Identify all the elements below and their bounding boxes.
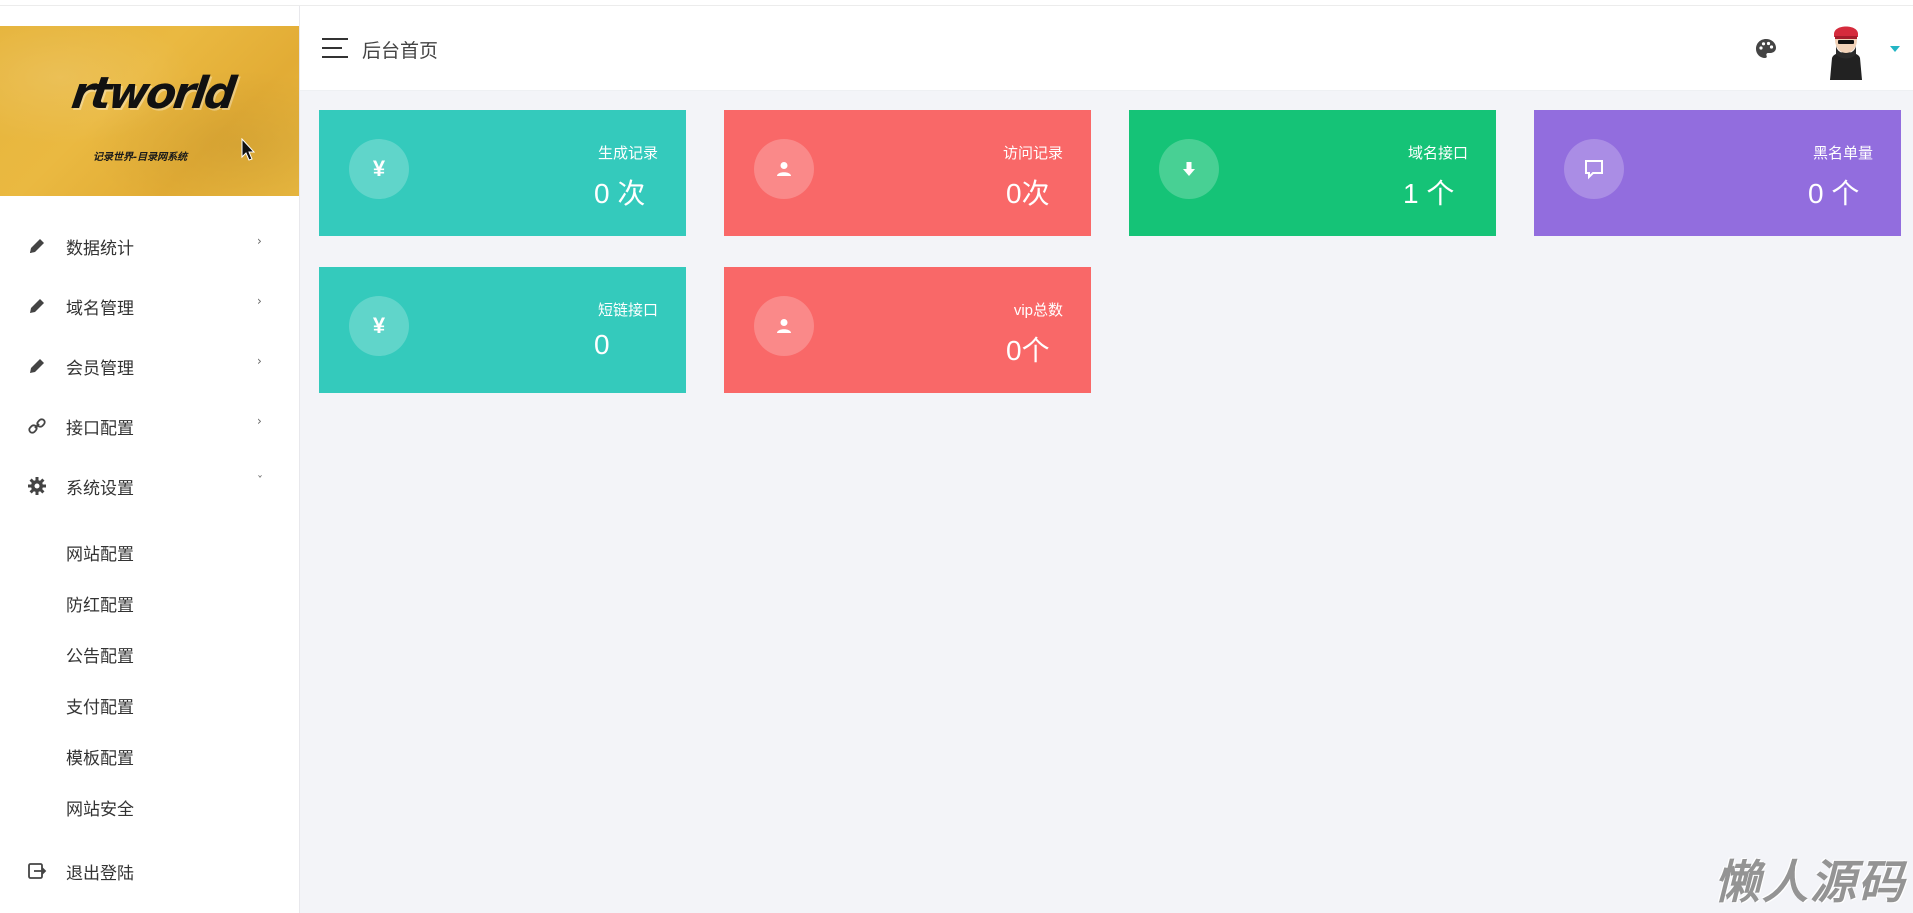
logout-label: 退出登陆 <box>66 864 134 884</box>
sidebar-item-label: 域名管理 <box>66 299 134 319</box>
user-icon <box>754 296 814 356</box>
logo-banner[interactable]: rtworld 记录世界-目录网系统 <box>0 26 299 196</box>
stat-card-value: 0 次 <box>594 178 646 209</box>
sidebar-subitem-template-config[interactable]: 模板配置 <box>0 728 299 779</box>
sidebar-item-domain-management[interactable]: 域名管理 › <box>0 274 299 334</box>
download-icon <box>1159 139 1219 199</box>
user-icon <box>754 139 814 199</box>
sidebar-subitem-notice-config[interactable]: 公告配置 <box>0 626 299 677</box>
sidebar-item-api-config[interactable]: 接口配置 › <box>0 394 299 454</box>
logo-wordmark: rtworld <box>68 68 237 119</box>
sidebar-item-member-management[interactable]: 会员管理 › <box>0 334 299 394</box>
gear-icon <box>28 477 46 495</box>
stat-card-title: vip总数 <box>1013 302 1063 319</box>
menu-toggle-icon[interactable] <box>322 38 348 58</box>
pencil-icon <box>30 359 44 373</box>
pencil-icon <box>30 299 44 313</box>
chevron-down-icon: ˇ <box>257 474 263 488</box>
logo-tagline: 记录世界-目录网系统 <box>93 152 188 163</box>
avatar[interactable] <box>1816 16 1876 80</box>
sidebar-subitem-label: 模板配置 <box>66 749 134 769</box>
stat-card-shortlink-apis[interactable]: ¥ 短链接口 0 <box>319 267 686 393</box>
sidebar-item-label: 数据统计 <box>66 239 134 259</box>
sidebar-menu: 数据统计 › 域名管理 › 会员管理 › 接口配置 › 系统设置 ˇ 网站配置 … <box>0 214 299 830</box>
sidebar-subitem-site-config[interactable]: 网站配置 <box>0 524 299 575</box>
sidebar-item-label: 接口配置 <box>66 419 134 439</box>
sidebar-subitem-payment-config[interactable]: 支付配置 <box>0 677 299 728</box>
avatar-image-icon <box>1830 26 1862 80</box>
stat-card-title: 生成记录 <box>597 145 658 162</box>
stat-card-value: 0个 <box>1006 335 1050 366</box>
stat-card-blacklist-count[interactable]: 黑名单量 0 个 <box>1534 110 1901 236</box>
mouse-cursor-icon <box>241 138 256 161</box>
system-settings-submenu: 网站配置 防红配置 公告配置 支付配置 模板配置 网站安全 <box>0 514 299 830</box>
yen-icon: ¥ <box>349 296 409 356</box>
chevron-right-icon: › <box>257 414 262 428</box>
logout-icon <box>28 863 47 879</box>
sidebar-subitem-site-security[interactable]: 网站安全 <box>0 779 299 830</box>
watermark: 懒人源码 <box>1714 855 1906 909</box>
stat-card-generation-records[interactable]: ¥ 生成记录 0 次 <box>319 110 686 236</box>
sidebar-item-label: 会员管理 <box>66 359 134 379</box>
stat-card-vip-total[interactable]: vip总数 0个 <box>724 267 1091 393</box>
sidebar-subitem-label: 防红配置 <box>66 596 134 616</box>
stat-card-value: 0 个 <box>1808 178 1860 209</box>
stat-card-domain-apis[interactable]: 域名接口 1 个 <box>1129 110 1496 236</box>
yen-icon: ¥ <box>349 139 409 199</box>
stat-card-value: 0次 <box>1006 178 1050 209</box>
chevron-right-icon: › <box>257 294 262 308</box>
link-icon <box>28 418 46 434</box>
sidebar-subitem-label: 网站配置 <box>66 545 134 565</box>
sidebar-item-system-settings[interactable]: 系统设置 ˇ <box>0 454 299 514</box>
chevron-down-icon[interactable] <box>1890 46 1900 52</box>
sidebar-subitem-label: 公告配置 <box>66 647 134 667</box>
stat-card-visit-records[interactable]: 访问记录 0次 <box>724 110 1091 236</box>
sidebar-item-label: 系统设置 <box>66 479 134 499</box>
chevron-right-icon: › <box>257 234 262 248</box>
chevron-right-icon: › <box>257 354 262 368</box>
stat-card-title: 黑名单量 <box>1812 145 1873 162</box>
sidebar: rtworld 记录世界-目录网系统 数据统计 › 域名管理 › 会员管理 › <box>0 6 300 913</box>
page-title: 后台首页 <box>362 40 439 62</box>
sidebar-item-data-stats[interactable]: 数据统计 › <box>0 214 299 274</box>
top-header: 后台首页 <box>300 6 1913 91</box>
logout-button[interactable]: 退出登陆 <box>0 849 299 899</box>
pencil-icon <box>30 239 44 253</box>
message-icon <box>1564 139 1624 199</box>
stat-card-title: 短链接口 <box>597 302 658 319</box>
stat-card-value: 0 <box>594 329 610 360</box>
stat-card-value: 1 个 <box>1403 178 1455 209</box>
sidebar-subitem-label: 支付配置 <box>66 698 134 718</box>
sidebar-subitem-anti-red-config[interactable]: 防红配置 <box>0 575 299 626</box>
stat-card-title: 域名接口 <box>1407 145 1468 162</box>
stat-card-title: 访问记录 <box>1002 145 1063 162</box>
sidebar-subitem-label: 网站安全 <box>66 800 134 820</box>
palette-icon[interactable] <box>1754 37 1778 61</box>
